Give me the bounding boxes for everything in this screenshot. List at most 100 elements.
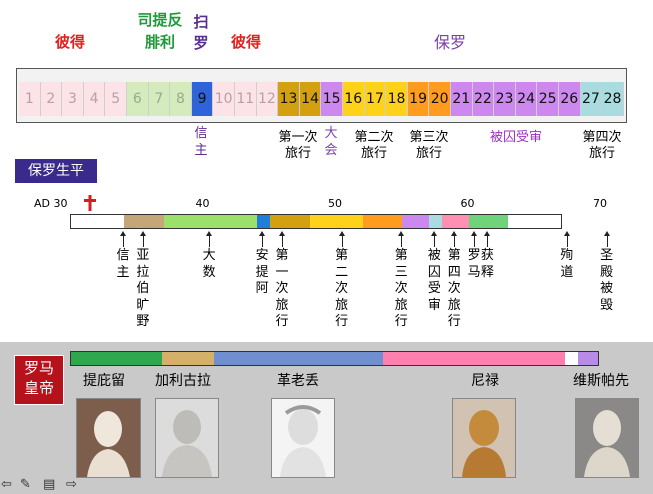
chapter-cell: 21 xyxy=(451,82,473,116)
label-journey3-line2: 旅行 xyxy=(415,146,442,161)
emperor-title-line2: 皇帝 xyxy=(23,379,54,397)
chapter-cell: 11 xyxy=(235,82,257,116)
emperor-nero: 尼禄 xyxy=(471,373,499,389)
timeline-segment xyxy=(508,215,562,228)
pen-icon[interactable]: ✎ xyxy=(20,477,31,492)
emperor-reign-segment xyxy=(383,352,565,365)
back-arrow-icon[interactable]: ⇦ xyxy=(1,477,12,492)
chapter-cell: 18 xyxy=(386,82,408,116)
chapter-cell: 26 xyxy=(559,82,581,116)
event-arrow xyxy=(139,231,146,247)
claudius-bust xyxy=(271,398,335,478)
menu-icon[interactable]: ▤ xyxy=(43,477,55,492)
chapter-cell: 27 xyxy=(580,82,603,116)
label-journey2-line1: 第二次 xyxy=(354,130,394,145)
chapter-cell: 4 xyxy=(83,82,106,116)
label-journey4-line1: 第四次 xyxy=(582,130,622,145)
event-arrow xyxy=(338,231,345,247)
timeline-segment xyxy=(269,215,310,228)
emperor-vespasian: 维斯帕先 xyxy=(573,373,629,389)
timeline-segment xyxy=(309,215,363,228)
label-journey4-line2: 旅行 xyxy=(588,146,615,161)
chapter-cell: 20 xyxy=(429,82,451,116)
timeline-segment xyxy=(402,215,429,228)
event-label: 殉道 xyxy=(560,248,574,280)
label-imprisoned: 被囚受审 xyxy=(489,130,542,145)
timeline-segment xyxy=(442,215,469,228)
event-arrow xyxy=(206,231,213,247)
chapter-cell: 15 xyxy=(321,82,343,116)
chapter-cell: 8 xyxy=(170,82,192,116)
group-saul-line2: 罗 xyxy=(193,34,209,52)
section-title: 保罗生平 xyxy=(15,159,97,183)
chapter-cell: 17 xyxy=(364,82,387,116)
event-label: 第四次旅行 xyxy=(447,248,461,329)
group-peter-left: 彼得 xyxy=(54,33,85,51)
label-journey4: 第四次 旅行 xyxy=(578,130,626,162)
chapter-cell: 7 xyxy=(148,82,171,116)
group-peter-right: 彼得 xyxy=(230,33,261,51)
event-arrow xyxy=(471,231,478,247)
label-journey3-line1: 第三次 xyxy=(409,130,449,145)
event-arrow xyxy=(259,231,266,247)
chapter-cell: 3 xyxy=(62,82,84,116)
label-council-line2: 会 xyxy=(324,142,338,158)
timeline-segment xyxy=(71,215,124,228)
label-council: 大 会 xyxy=(323,126,339,159)
chapter-cell: 9 xyxy=(191,82,214,116)
tiberius-bust xyxy=(76,398,141,478)
group-paul: 保罗 xyxy=(433,33,466,52)
label-journey2-line2: 旅行 xyxy=(360,146,387,161)
emperor-title-line1: 罗马 xyxy=(23,359,54,377)
group-stephen-label: 司提反 xyxy=(137,11,183,29)
chapter-cell: 24 xyxy=(515,82,538,116)
chapter-cell: 2 xyxy=(40,82,63,116)
chapter-cell: 22 xyxy=(472,82,495,116)
label-journey1: 第一次 旅行 xyxy=(274,130,322,162)
event-arrow xyxy=(431,231,438,247)
caligula-bust xyxy=(155,398,219,478)
group-philip-label: 腓利 xyxy=(144,33,175,51)
emperor-reign-segment xyxy=(71,352,162,365)
label-believe: 信主 xyxy=(194,126,208,158)
event-label: 被囚受审 xyxy=(427,248,441,313)
emperor-tiberius: 提庇留 xyxy=(83,373,125,389)
emperor-caligula: 加利古拉 xyxy=(155,373,211,389)
event-label: 第二次旅行 xyxy=(335,248,349,329)
timeline-tick: 70 xyxy=(593,197,607,210)
chapter-cell: 14 xyxy=(299,82,322,116)
event-arrow xyxy=(484,231,491,247)
event-label: 亚拉伯旷野 xyxy=(136,248,150,329)
forward-arrow-icon[interactable]: ⇨ xyxy=(66,477,77,492)
group-saul-line1: 扫 xyxy=(193,13,209,31)
event-arrow xyxy=(603,231,610,247)
chapter-cell: 25 xyxy=(537,82,559,116)
event-label: 获释 xyxy=(480,248,494,280)
label-journey1-line2: 旅行 xyxy=(284,146,311,161)
event-arrow xyxy=(120,231,126,247)
label-journey2: 第二次 旅行 xyxy=(350,130,398,162)
cross-icon xyxy=(84,195,96,211)
emperor-reign-segment xyxy=(162,352,214,365)
chapter-cell: 1 xyxy=(19,82,41,116)
emperor-claudius: 革老丢 xyxy=(277,373,319,389)
timeline-segment xyxy=(163,215,257,228)
label-journey3: 第三次 旅行 xyxy=(405,130,453,162)
event-arrow xyxy=(398,231,405,247)
event-label: 大数 xyxy=(202,248,216,280)
chapter-cell: 12 xyxy=(256,82,279,116)
nero-bust xyxy=(452,398,516,478)
timeline-segment xyxy=(428,215,442,228)
event-label: 安提阿 xyxy=(255,248,269,296)
label-journey1-line1: 第一次 xyxy=(278,130,318,145)
vespasian-bust xyxy=(575,398,639,478)
emperor-reign-segment xyxy=(578,352,598,365)
timeline-tick: 40 xyxy=(195,197,210,210)
chapter-cell: 19 xyxy=(407,82,430,116)
chapter-cell: 16 xyxy=(343,82,365,116)
timeline-tick: 60 xyxy=(460,197,475,210)
timeline-segment xyxy=(468,215,509,228)
chapter-cell: 10 xyxy=(213,82,235,116)
emperor-reign-segment xyxy=(214,352,383,365)
timeline-start-label: AD 30 xyxy=(34,197,68,210)
